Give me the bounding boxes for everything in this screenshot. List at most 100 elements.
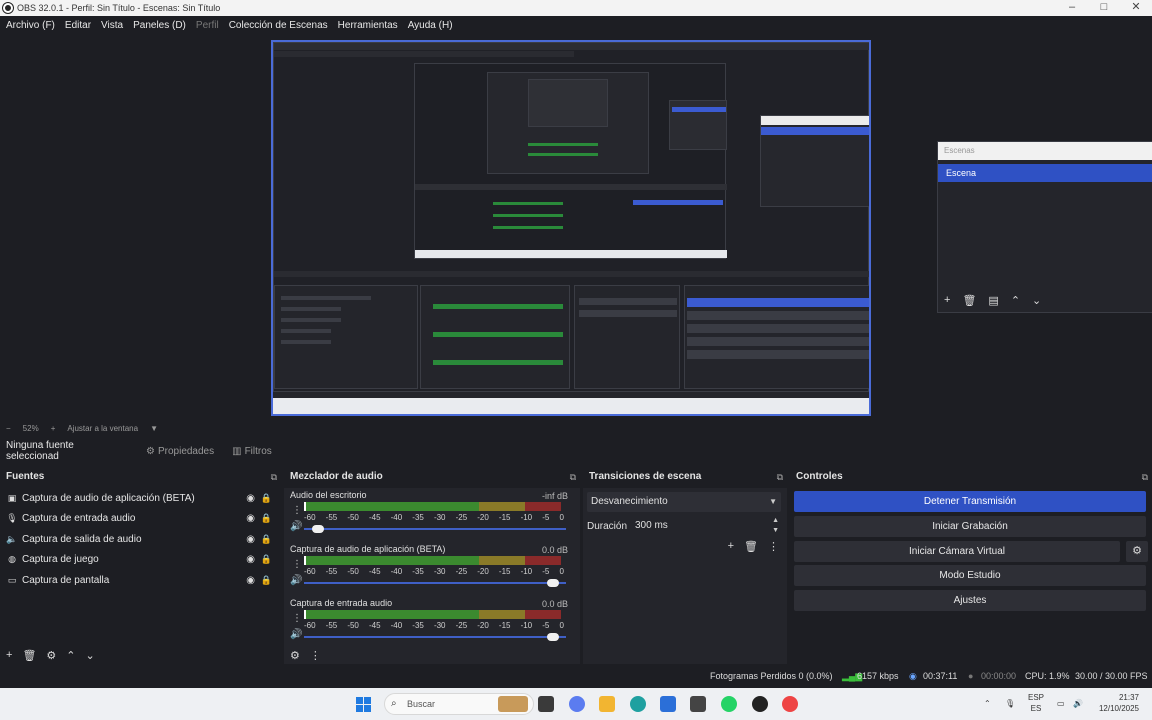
transition-menu-icon[interactable]: ⋮ xyxy=(768,540,779,553)
advanced-audio-icon[interactable]: ⚙ xyxy=(290,649,300,662)
add-source-icon[interactable]: + xyxy=(6,649,12,662)
visibility-eye-icon[interactable]: ◉ xyxy=(246,534,255,545)
scene-filters-icon[interactable]: ▤ xyxy=(988,294,998,307)
fit-to-window-button[interactable]: Ajustar a la ventana xyxy=(67,424,138,433)
mixer-menu-icon[interactable]: ⋮ xyxy=(310,649,321,662)
scale-tick: -25 xyxy=(455,567,468,576)
task-view-icon[interactable] xyxy=(538,696,554,712)
widget-icon[interactable] xyxy=(498,696,528,712)
zoom-out-button[interactable]: − xyxy=(6,424,11,433)
visibility-eye-icon[interactable]: ◉ xyxy=(246,513,255,524)
lock-icon[interactable]: 🔒 xyxy=(261,513,272,524)
add-transition-icon[interactable]: + xyxy=(728,540,734,553)
close-button[interactable]: ✕ xyxy=(1120,0,1152,16)
source-item[interactable]: 🎙 Captura de entrada audio ◉ 🔒 xyxy=(0,509,281,530)
obs-taskbar-icon[interactable] xyxy=(752,696,768,712)
network-icon[interactable]: ▭ xyxy=(1057,698,1065,709)
menu-ayuda[interactable]: Ayuda (H) xyxy=(408,20,453,31)
filters-button[interactable]: ▥ Filtros xyxy=(232,446,272,457)
lock-icon[interactable]: 🔒 xyxy=(261,575,272,586)
visibility-eye-icon[interactable]: ◉ xyxy=(246,575,255,586)
clock[interactable]: 21:37 12/10/2025 xyxy=(1093,692,1139,714)
menu-perfil[interactable]: Perfil xyxy=(196,20,219,31)
properties-label: Propiedades xyxy=(157,445,215,457)
visibility-eye-icon[interactable]: ◉ xyxy=(246,554,255,565)
menu-vista[interactable]: Vista xyxy=(101,20,123,31)
volume-slider[interactable] xyxy=(304,525,566,533)
minimize-button[interactable]: – xyxy=(1056,0,1088,16)
lock-icon[interactable]: 🔒 xyxy=(261,534,272,545)
visibility-eye-icon[interactable]: ◉ xyxy=(246,493,255,504)
scenes-panel-title[interactable]: Escenas xyxy=(938,142,1152,160)
menu-herramientas[interactable]: Herramientas xyxy=(338,20,398,31)
preview-canvas[interactable] xyxy=(271,40,871,416)
channel-db: 0.0 dB xyxy=(541,545,568,555)
volume-slider-knob[interactable] xyxy=(547,579,559,587)
maximize-button[interactable]: □ xyxy=(1088,0,1120,16)
remove-source-icon[interactable]: 🗑 xyxy=(22,649,36,662)
microphone-tray-icon[interactable]: 🎙 xyxy=(1005,698,1015,709)
channel-menu-icon[interactable]: ⋮ xyxy=(292,613,302,624)
volume-slider[interactable] xyxy=(304,579,566,587)
windows-start-icon[interactable] xyxy=(356,697,371,712)
scene-item-selected[interactable]: Escena xyxy=(938,164,1152,182)
meter-scale: -60 -55 -50 -45 -40 -35 -30 -25 -20 -15 -10 -5 0 xyxy=(304,567,564,576)
preview-area[interactable]: Escenas Escena + 🗑 ▤ ⌃ ⌄ xyxy=(0,34,1152,419)
store-icon[interactable] xyxy=(660,696,676,712)
mute-speaker-icon[interactable]: 🔊 xyxy=(290,521,302,532)
copilot-icon[interactable] xyxy=(569,696,585,712)
source-item[interactable]: ▭ Captura de pantalla ◉ 🔒 xyxy=(0,570,281,591)
volume-icon[interactable]: 🔊 xyxy=(1073,698,1083,709)
language-indicator[interactable]: ESP ES xyxy=(1028,692,1044,714)
move-scene-down-icon[interactable]: ⌄ xyxy=(1032,294,1041,307)
menu-paneles[interactable]: Paneles (D) xyxy=(133,20,186,31)
lock-icon[interactable]: 🔒 xyxy=(261,554,272,565)
zoom-dropdown-icon[interactable]: ▼ xyxy=(150,424,158,433)
source-item[interactable]: 🔈 Captura de salida de audio ◉ 🔒 xyxy=(0,529,281,550)
move-source-down-icon[interactable]: ⌄ xyxy=(86,649,95,662)
duration-input[interactable]: 300 ms ▲ ▼ xyxy=(631,516,781,536)
volume-slider[interactable] xyxy=(304,633,566,641)
cpu-usage: CPU: 1.9% xyxy=(1025,671,1070,681)
remove-scene-icon[interactable]: 🗑 xyxy=(962,294,976,307)
menu-archivo[interactable]: Archivo (F) xyxy=(6,20,55,31)
transitions-dock: Transiciones de escena ⧉ Desvanecimiento… xyxy=(583,468,787,664)
remove-transition-icon[interactable]: 🗑 xyxy=(744,540,758,553)
lock-icon[interactable]: 🔒 xyxy=(261,493,272,504)
move-scene-up-icon[interactable]: ⌃ xyxy=(1011,294,1020,307)
start-virtual-cam-button[interactable]: Iniciar Cámara Virtual xyxy=(794,541,1120,562)
add-scene-icon[interactable]: + xyxy=(944,294,950,307)
duration-spinner[interactable]: ▲ ▼ xyxy=(772,516,779,536)
source-properties-icon[interactable]: ⚙ xyxy=(46,649,56,662)
channel-menu-icon[interactable]: ⋮ xyxy=(292,505,302,516)
undock-mixer-icon[interactable]: ⧉ xyxy=(570,468,576,486)
stop-stream-button[interactable]: Detener Transmisión xyxy=(794,491,1146,512)
virtual-cam-settings-gear-icon[interactable]: ⚙ xyxy=(1126,541,1148,562)
settings-button[interactable]: Ajustes xyxy=(794,590,1146,611)
undock-transitions-icon[interactable]: ⧉ xyxy=(777,468,783,486)
mute-speaker-icon[interactable]: 🔊 xyxy=(290,629,302,640)
start-recording-button[interactable]: Iniciar Grabación xyxy=(794,516,1146,537)
zoom-in-button[interactable]: + xyxy=(51,424,56,433)
channel-menu-icon[interactable]: ⋮ xyxy=(292,559,302,570)
move-source-up-icon[interactable]: ⌃ xyxy=(66,649,75,662)
volume-slider-knob[interactable] xyxy=(547,633,559,641)
menu-editar[interactable]: Editar xyxy=(65,20,91,31)
file-explorer-icon[interactable] xyxy=(599,696,615,712)
undock-controls-icon[interactable]: ⧉ xyxy=(1142,468,1148,486)
scale-tick: 0 xyxy=(559,621,564,630)
source-item[interactable]: ▣ Captura de audio de aplicación (BETA) … xyxy=(0,488,281,509)
edge-icon[interactable] xyxy=(630,696,646,712)
menu-coleccion-escenas[interactable]: Colección de Escenas xyxy=(229,20,328,31)
volume-slider-knob[interactable] xyxy=(312,525,324,533)
app-icon[interactable] xyxy=(690,696,706,712)
chrome-icon[interactable] xyxy=(782,696,798,712)
properties-button[interactable]: ⚙ Propiedades xyxy=(146,446,214,457)
whatsapp-icon[interactable] xyxy=(721,696,737,712)
tray-chevron-icon[interactable]: ⌃ xyxy=(984,698,991,709)
transition-select[interactable]: Desvanecimiento ▼ xyxy=(587,492,781,512)
source-item[interactable]: ◍ Captura de juego ◉ 🔒 xyxy=(0,550,281,571)
undock-sources-icon[interactable]: ⧉ xyxy=(271,468,277,486)
mute-speaker-icon[interactable]: 🔊 xyxy=(290,575,302,586)
studio-mode-button[interactable]: Modo Estudio xyxy=(794,565,1146,586)
